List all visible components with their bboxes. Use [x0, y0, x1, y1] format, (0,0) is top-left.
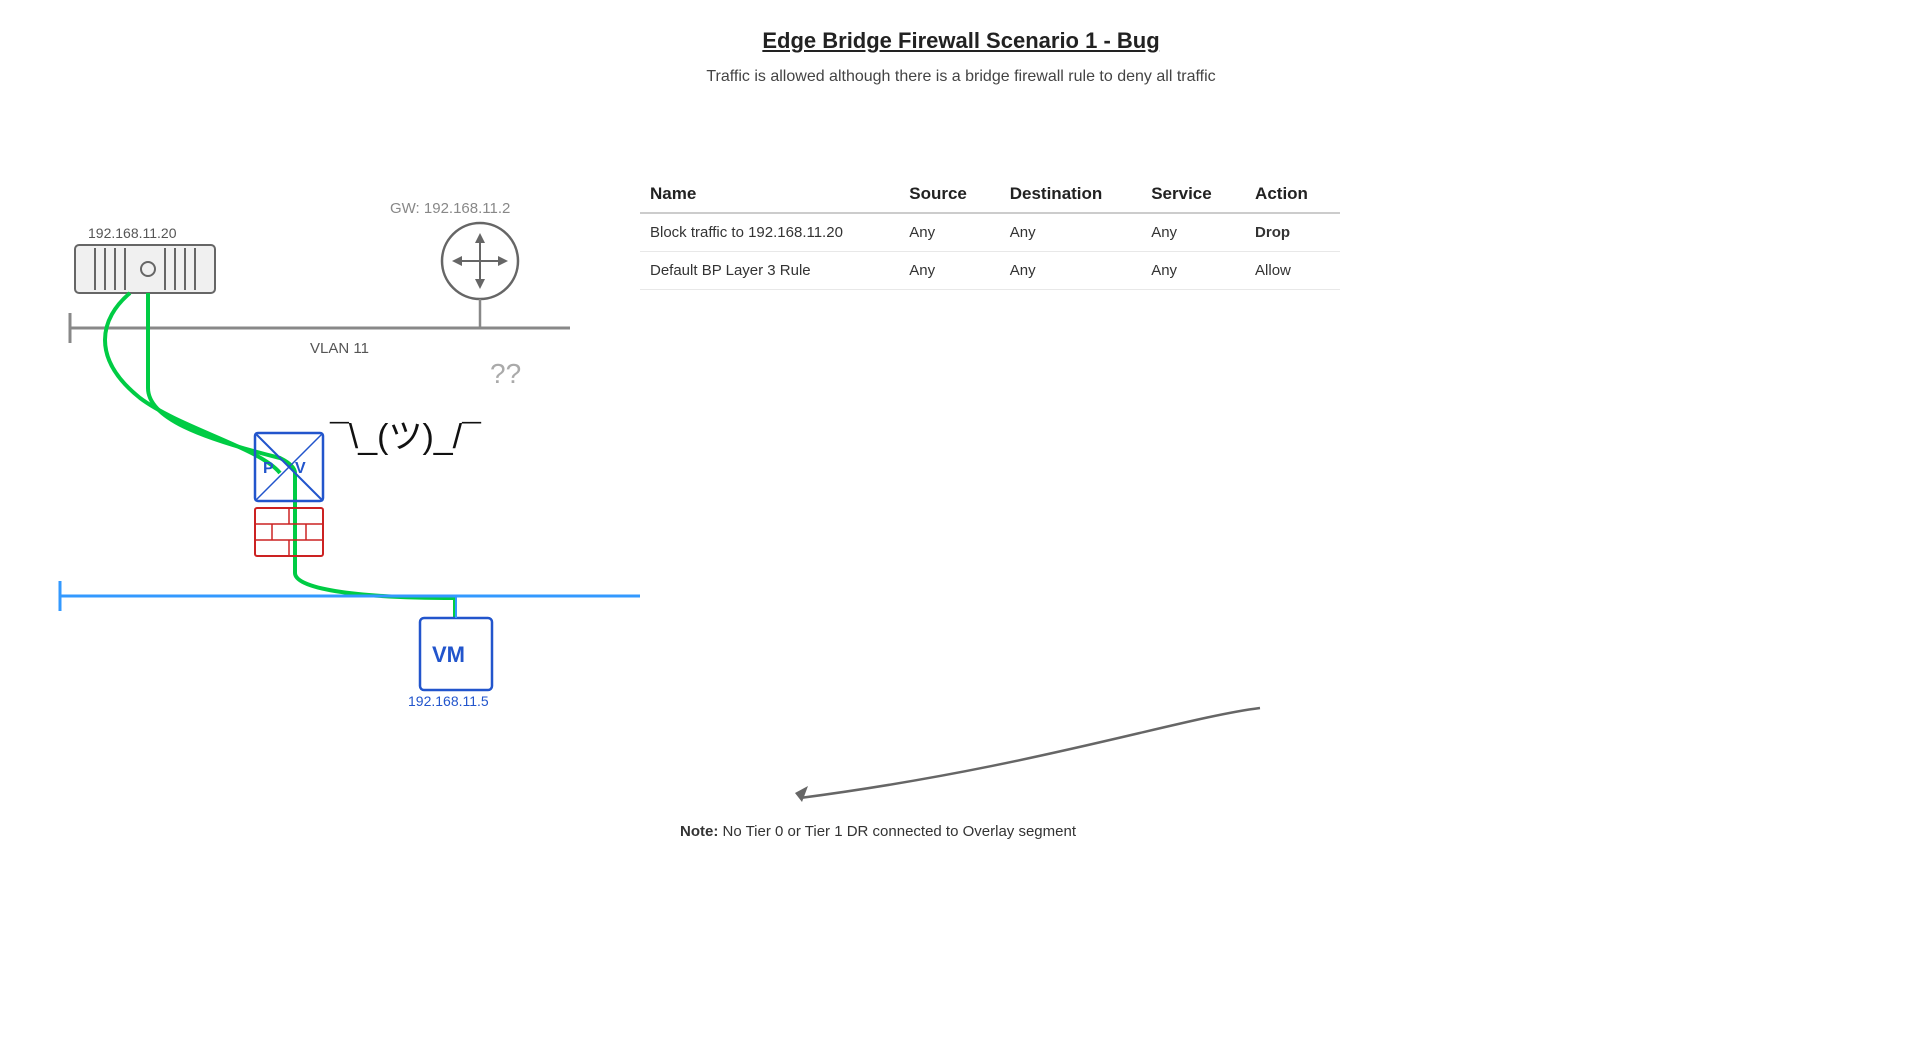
rule1-name: Block traffic to 192.168.11.20: [640, 213, 899, 252]
firewall-table: Name Source Destination Service Action B…: [640, 176, 1340, 290]
note-text: Note: No Tier 0 or Tier 1 DR connected t…: [680, 823, 1360, 840]
svg-text:192.168.11.5: 192.168.11.5: [408, 693, 489, 709]
col-action: Action: [1245, 176, 1340, 213]
note-bold: Note:: [680, 823, 718, 840]
col-destination: Destination: [1000, 176, 1141, 213]
rule1-destination: Any: [1000, 213, 1141, 252]
col-service: Service: [1141, 176, 1245, 213]
note-content: No Tier 0 or Tier 1 DR connected to Over…: [718, 823, 1076, 840]
svg-text:GW: 192.168.11.2: GW: 192.168.11.2: [390, 200, 510, 217]
note-area: Note: No Tier 0 or Tier 1 DR connected t…: [680, 688, 1360, 840]
table-row: Block traffic to 192.168.11.20 Any Any A…: [640, 213, 1340, 252]
svg-text:192.168.11.20: 192.168.11.20: [88, 225, 177, 241]
col-name: Name: [640, 176, 899, 213]
rule2-action: Allow: [1245, 252, 1340, 290]
rule1-source: Any: [899, 213, 1000, 252]
rule1-service: Any: [1141, 213, 1245, 252]
svg-text:??: ??: [490, 358, 521, 389]
rule2-name: Default BP Layer 3 Rule: [640, 252, 899, 290]
firewall-table-container: Name Source Destination Service Action B…: [640, 176, 1340, 290]
arrow-svg: [680, 688, 1360, 818]
svg-text:VLAN 11: VLAN 11: [310, 340, 369, 357]
svg-text:P: P: [263, 460, 274, 477]
rule1-action: Drop: [1245, 213, 1340, 252]
rule2-destination: Any: [1000, 252, 1141, 290]
rule2-service: Any: [1141, 252, 1245, 290]
svg-text:¯\_(ツ)_/¯: ¯\_(ツ)_/¯: [329, 418, 482, 456]
network-diagram: GW: 192.168.11.2 VLAN 11 192.168.11.20 P…: [0, 28, 660, 808]
svg-text:VM: VM: [432, 642, 465, 667]
table-row: Default BP Layer 3 Rule Any Any Any Allo…: [640, 252, 1340, 290]
rule2-source: Any: [899, 252, 1000, 290]
col-source: Source: [899, 176, 1000, 213]
